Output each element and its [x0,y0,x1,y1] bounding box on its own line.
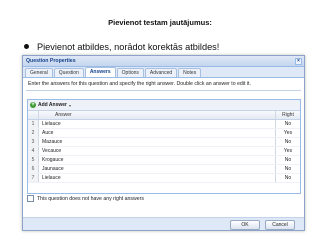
tab-bar: General Question Answers Options Advance… [23,67,304,78]
right-cell[interactable]: No [276,120,300,128]
question-properties-dialog: Question Properties × General Question A… [22,55,305,231]
table-row[interactable]: 1 Lielauce No [28,120,300,129]
no-right-answers-checkbox[interactable] [27,195,34,202]
answer-cell[interactable]: Jaunauce [39,165,276,173]
table-row[interactable]: 5 Krogauce No [28,156,300,165]
tab-answers[interactable]: Answers [84,67,116,77]
bullet-text: Pievienot atbildes, norādot korektās atb… [37,42,220,52]
tab-options[interactable]: Options [116,68,144,77]
bullet-icon [24,44,29,49]
row-number: 2 [28,129,39,137]
table-row[interactable]: 7 Lielauce No [28,174,300,183]
tab-general[interactable]: General [25,68,53,77]
right-cell[interactable]: No [276,156,300,164]
add-answer-label: Add Answer [38,102,67,108]
answer-cell[interactable]: Krogauce [39,156,276,164]
answers-grid: + Add Answer ▾ Answer Right 1 Lielauce N… [27,99,301,194]
right-cell[interactable]: No [276,165,300,173]
row-number: 4 [28,147,39,155]
tab-question[interactable]: Question [53,68,84,77]
answers-instructions: Enter the answers for this question and … [26,78,301,91]
answer-cell[interactable]: Vecauce [39,147,276,155]
row-number: 7 [28,174,39,182]
row-number: 5 [28,156,39,164]
tab-notes[interactable]: Notes [178,68,202,77]
table-row[interactable]: 2 Auce Yes [28,129,300,138]
close-icon[interactable]: × [295,57,302,65]
right-cell[interactable]: No [276,138,300,146]
ok-button[interactable]: OK [230,220,260,230]
slide-title: Pievienot testam jautājumus: [108,18,212,27]
dialog-footer: OK Cancel [23,217,304,230]
answer-cell[interactable]: Mazauce [39,138,276,146]
row-number: 1 [28,120,39,128]
header-answer[interactable]: Answer [39,111,276,119]
table-row[interactable]: 4 Vecauce Yes [28,147,300,156]
row-number: 6 [28,165,39,173]
answer-cell[interactable]: Auce [39,129,276,137]
right-cell[interactable]: No [276,174,300,182]
dialog-title: Question Properties [26,58,76,64]
add-answer-button[interactable]: + Add Answer ▾ [30,102,71,108]
bullet-text-line: Pievienot atbildes, norādot korektās atb… [24,42,314,52]
no-right-answers-option[interactable]: This question does not have any right an… [27,195,144,202]
cancel-button[interactable]: Cancel [265,220,295,230]
add-icon: + [30,102,36,108]
row-number: 3 [28,138,39,146]
header-right[interactable]: Right [276,111,300,119]
grid-header: Answer Right [28,111,300,120]
table-row[interactable]: 3 Mazauce No [28,138,300,147]
no-right-answers-label: This question does not have any right an… [37,195,144,202]
right-cell[interactable]: Yes [276,129,300,137]
grid-toolbar: + Add Answer ▾ [28,100,300,111]
tab-advanced[interactable]: Advanced [144,68,178,77]
answer-cell[interactable]: Lielauce [39,120,276,128]
right-cell[interactable]: Yes [276,147,300,155]
header-num [28,111,39,119]
answer-cell[interactable]: Lielauce [39,174,276,182]
table-row[interactable]: 6 Jaunauce No [28,165,300,174]
dialog-titlebar: Question Properties × [23,56,304,67]
chevron-down-icon[interactable]: ▾ [69,103,71,108]
